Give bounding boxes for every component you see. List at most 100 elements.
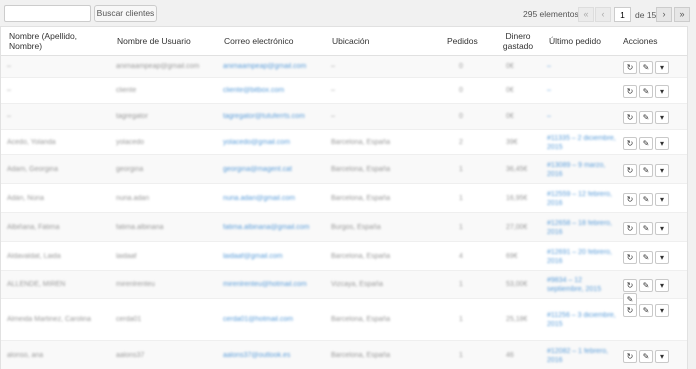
- edit-customer-button[interactable]: ✎: [639, 192, 653, 206]
- edit-customer-button[interactable]: ✎: [639, 304, 653, 317]
- column-header-actions: Acciones: [623, 36, 658, 46]
- cell-email[interactable]: mirenlrenteu@hotmail.com: [223, 280, 328, 289]
- cell-last[interactable]: #12082 – 1 febrero, 2016: [547, 347, 617, 365]
- refresh-stats-button[interactable]: ↻: [623, 85, 637, 98]
- cell-last: –: [547, 87, 551, 94]
- cell-orders: 1: [459, 165, 463, 173]
- cell-orders: 1: [459, 194, 463, 202]
- view-orders-button[interactable]: ▾: [655, 85, 669, 98]
- refresh-stats-button[interactable]: ↻: [623, 250, 637, 264]
- refresh-stats-button[interactable]: ↻: [623, 221, 637, 235]
- cell-spent: 36,45€: [506, 165, 528, 173]
- edit-customer-button[interactable]: ✎: [639, 349, 653, 363]
- cell-email[interactable]: cerda01@hotmail.com: [223, 315, 328, 324]
- edit-customer-button[interactable]: ✎: [639, 85, 653, 98]
- cell-last[interactable]: #12559 – 12 febrero, 2016: [547, 190, 617, 208]
- customers-table: Nombre (Apellido, Nombre) Nombre de Usua…: [0, 26, 688, 369]
- view-orders-button[interactable]: ▾: [655, 61, 669, 74]
- cell-last[interactable]: #12658 – 18 febrero, 2016: [547, 219, 617, 237]
- view-orders-button[interactable]: ▾: [655, 279, 669, 292]
- cell-email[interactable]: fatima.albinana@gmail.com: [223, 223, 328, 232]
- cell-orders: 4: [459, 252, 463, 260]
- cell-last[interactable]: #11335 – 2 diciembre, 2015: [547, 134, 617, 152]
- cell-email[interactable]: cliente@bitbox.com: [223, 86, 328, 95]
- items-count: 295 elementos: [523, 9, 579, 19]
- edit-customer-button[interactable]: ✎: [639, 111, 653, 124]
- cell-user: cerda01: [116, 316, 142, 323]
- cell-user: fatima.albinana: [116, 223, 164, 231]
- column-header-last-order: Último pedido: [549, 36, 601, 46]
- cell-user: laidaaf: [116, 252, 137, 260]
- cell-email[interactable]: nuria.adan@gmail.com: [223, 194, 328, 203]
- cell-user: cliente: [116, 87, 137, 94]
- column-header-email[interactable]: Correo electrónico: [224, 36, 293, 46]
- cell-orders: 2: [459, 138, 463, 146]
- column-header-money-spent[interactable]: Dinero gastado: [501, 31, 535, 51]
- edit-customer-button[interactable]: ✎: [639, 61, 653, 74]
- last-page-button[interactable]: »: [674, 7, 690, 22]
- view-orders-button[interactable]: ▾: [655, 250, 669, 264]
- edit-customer-button[interactable]: ✎: [639, 136, 653, 150]
- cell-location: –: [331, 87, 335, 94]
- table-header: Nombre (Apellido, Nombre) Nombre de Usua…: [1, 27, 687, 56]
- current-page-input[interactable]: [614, 7, 631, 22]
- next-page-button[interactable]: ›: [656, 7, 672, 22]
- search-customers-button[interactable]: Buscar clientes: [94, 5, 157, 22]
- cell-name: Acedo, Yolanda: [7, 138, 56, 146]
- table-row: Adam, Georgina georgina georgina@magent.ca…: [1, 155, 687, 184]
- cell-spent: 53,00€: [506, 281, 528, 288]
- cell-email[interactable]: animaampeap@gmail.com: [223, 62, 328, 71]
- view-orders-button[interactable]: ▾: [655, 111, 669, 124]
- view-orders-button[interactable]: ▾: [655, 304, 669, 317]
- edit-customer-button[interactable]: ✎: [639, 221, 653, 235]
- cell-email[interactable]: yolacedo@gmail.com: [223, 138, 328, 147]
- view-orders-button[interactable]: ▾: [655, 163, 669, 177]
- cell-spent: 46: [506, 351, 514, 359]
- table-row: Aldavaldat, Laida laidaaf laidaaf@gmail.co…: [1, 242, 687, 271]
- first-page-button[interactable]: «: [578, 7, 594, 22]
- refresh-stats-button[interactable]: ↻: [623, 192, 637, 206]
- cell-last[interactable]: #12691 – 20 febrero, 2016: [547, 248, 617, 266]
- edit-customer-button[interactable]: ✎: [639, 250, 653, 264]
- cell-user: georgina: [116, 165, 144, 173]
- cell-user: animaampeap@gmail.com: [116, 63, 200, 70]
- view-orders-button[interactable]: ▾: [655, 192, 669, 206]
- refresh-stats-button[interactable]: ↻: [623, 304, 637, 317]
- edit-customer-button[interactable]: ✎: [639, 163, 653, 177]
- cell-last[interactable]: #13089 – 9 marzo, 2016: [547, 161, 617, 179]
- cell-last[interactable]: #9834 – 12 septiembre, 2015: [547, 276, 617, 294]
- prev-page-button[interactable]: ‹: [595, 7, 611, 22]
- cell-spent: 0€: [506, 87, 514, 94]
- column-header-name[interactable]: Nombre (Apellido, Nombre): [9, 31, 109, 51]
- search-customers-input[interactable]: [4, 5, 91, 22]
- refresh-stats-button[interactable]: ↻: [623, 349, 637, 363]
- view-orders-button[interactable]: ▾: [655, 349, 669, 363]
- column-header-username[interactable]: Nombre de Usuario: [117, 36, 191, 46]
- table-row: Almeida Martinez, Carolina cerda01 cerda01…: [1, 299, 687, 341]
- view-orders-button[interactable]: ▾: [655, 136, 669, 150]
- refresh-stats-button[interactable]: ↻: [623, 163, 637, 177]
- table-row: Adán, Núria nuria.adan nuria.adan@gmail.co…: [1, 184, 687, 213]
- cell-last[interactable]: #11256 – 3 diciembre, 2015: [547, 311, 617, 329]
- refresh-stats-button[interactable]: ↻: [623, 111, 637, 124]
- cell-location: Barcelona, España: [331, 138, 391, 146]
- table-row: Acedo, Yolanda yolacedo yolacedo@gmail.com…: [1, 130, 687, 155]
- cell-email[interactable]: georgina@magent.cat: [223, 165, 328, 174]
- column-header-orders[interactable]: Pedidos: [447, 36, 478, 46]
- cell-email[interactable]: laidaaf@gmail.com: [223, 252, 328, 261]
- cell-user: yolacedo: [116, 138, 145, 146]
- edit-customer-button[interactable]: ✎: [639, 279, 653, 292]
- refresh-stats-button[interactable]: ↻: [623, 136, 637, 150]
- cell-orders: 0: [459, 113, 463, 120]
- view-orders-button[interactable]: ▾: [655, 221, 669, 235]
- cell-orders: 1: [459, 223, 463, 231]
- refresh-stats-button[interactable]: ↻: [623, 279, 637, 292]
- cell-email[interactable]: tagregator@tutuferrts.com: [223, 112, 328, 121]
- table-row: Albiñana, Fátima fatima.albinana fatima.al…: [1, 213, 687, 242]
- cell-email[interactable]: aalons37@outlook.es: [223, 351, 328, 360]
- column-header-location[interactable]: Ubicación: [332, 36, 369, 46]
- cell-orders: 1: [459, 281, 463, 288]
- cell-name: –: [7, 63, 11, 70]
- refresh-stats-button[interactable]: ↻: [623, 61, 637, 74]
- cell-spent: 25,18€: [506, 316, 528, 323]
